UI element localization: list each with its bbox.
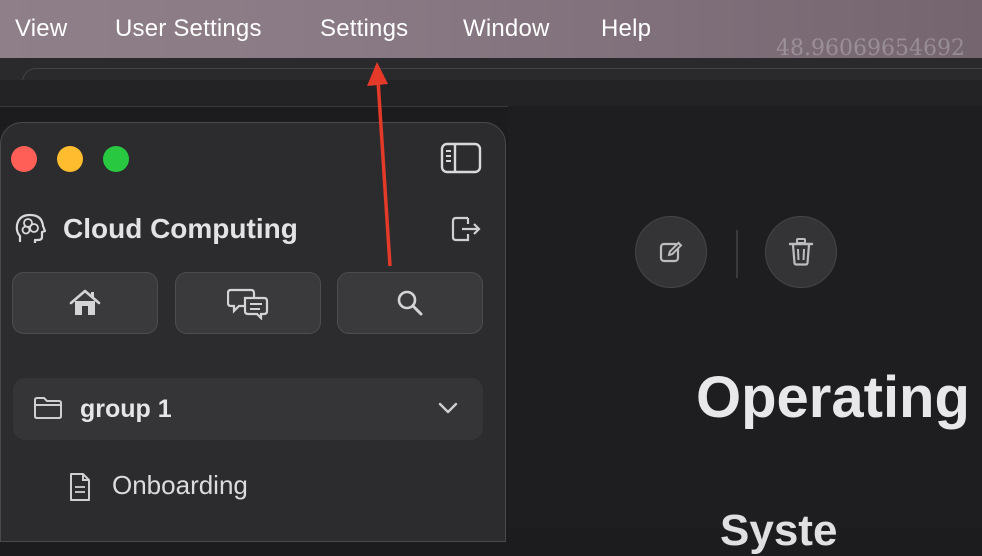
- chevron-down-icon[interactable]: [437, 398, 459, 418]
- sidebar-item-onboarding[interactable]: Onboarding: [60, 466, 480, 506]
- search-button[interactable]: [337, 272, 483, 334]
- document-heading: Syste: [720, 506, 838, 555]
- menu-view[interactable]: View: [15, 15, 67, 43]
- sidebar-item-label: Onboarding: [112, 470, 248, 500]
- chat-button[interactable]: [175, 272, 321, 334]
- zoom-window-button[interactable]: [103, 146, 129, 172]
- document-title: Operating: [696, 365, 970, 430]
- menu-user-settings[interactable]: User Settings: [115, 15, 262, 43]
- document-pane: Operating Syste: [508, 106, 982, 555]
- annotation-arrow: [367, 62, 392, 267]
- trash-icon: [788, 238, 814, 266]
- brain-head-icon: [15, 213, 47, 243]
- delete-button[interactable]: [765, 216, 837, 288]
- chat-icon: [227, 288, 269, 320]
- action-divider: [736, 230, 738, 278]
- document-icon: [70, 473, 90, 501]
- close-window-button[interactable]: [11, 146, 37, 172]
- folder-icon: [34, 397, 62, 419]
- sign-out-icon[interactable]: [450, 214, 482, 244]
- edit-icon: [659, 241, 683, 263]
- app-title: Cloud Computing: [63, 213, 298, 244]
- home-button[interactable]: [12, 272, 158, 334]
- group-label: group 1: [80, 395, 172, 423]
- minimize-window-button[interactable]: [57, 146, 83, 172]
- group-folder-row[interactable]: group 1: [13, 378, 483, 440]
- search-icon: [397, 290, 423, 316]
- home-icon: [69, 289, 101, 315]
- menu-settings[interactable]: Settings: [320, 15, 408, 43]
- edit-button[interactable]: [635, 216, 707, 288]
- menu-window[interactable]: Window: [463, 15, 550, 43]
- menu-help[interactable]: Help: [601, 15, 651, 43]
- sidebar-toggle-icon[interactable]: [440, 142, 482, 174]
- background-window-toolbar: [0, 80, 982, 107]
- menu-bar: View User Settings Settings Window Help …: [0, 0, 982, 61]
